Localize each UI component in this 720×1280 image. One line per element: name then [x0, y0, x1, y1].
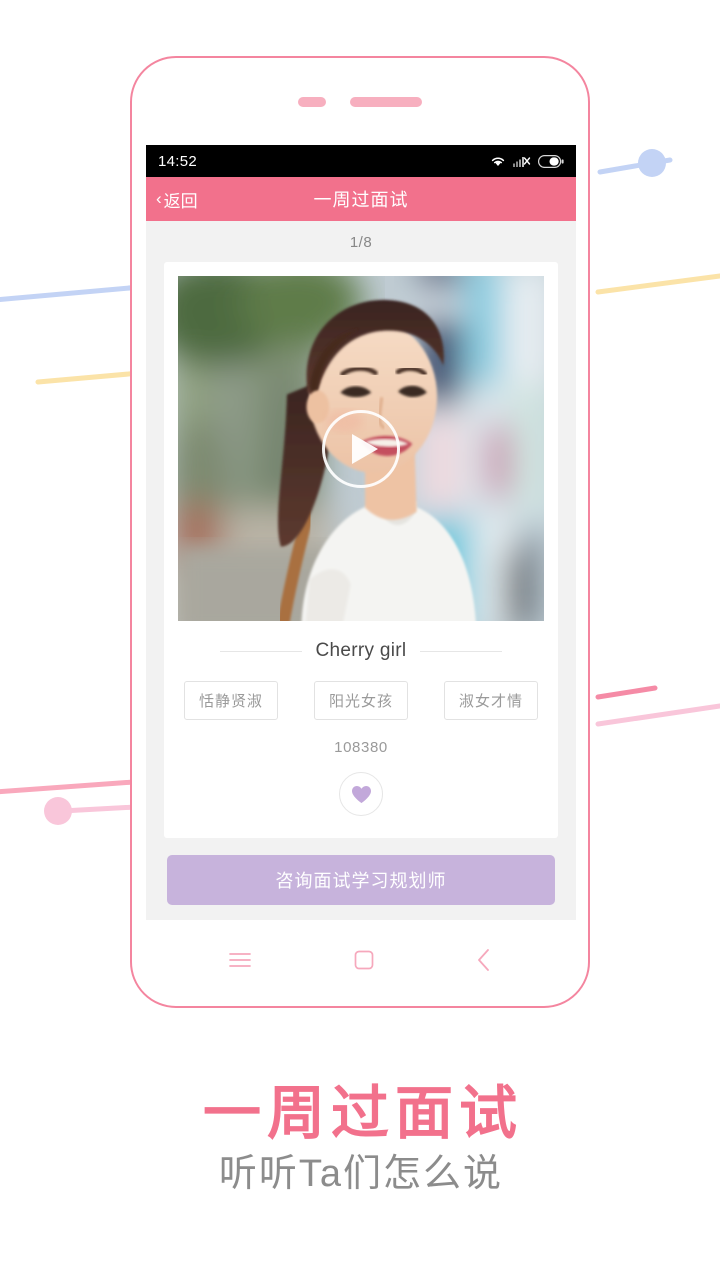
phone-frame: 14:52 ‹ 返回 一周过面试 1/8 Cherry girl 恬静贤淑 阳光… [130, 56, 590, 1008]
speaker-slot-icon [350, 97, 422, 107]
decor-line-pink-right-1 [595, 685, 658, 700]
like-row [178, 756, 544, 838]
phone-top-hardware [132, 94, 588, 110]
decor-line-blue-right [597, 157, 673, 175]
tag-item[interactable]: 淑女才情 [443, 681, 538, 720]
cellular-signal-no-service-icon [513, 157, 531, 167]
tag-item[interactable]: 恬静贤淑 [184, 681, 279, 720]
person-name-row: Cherry girl [178, 621, 544, 662]
status-bar: 14:52 [146, 145, 576, 177]
menu-icon[interactable] [229, 952, 252, 968]
android-nav-bar [132, 936, 588, 984]
page-title: 一周过面试 [313, 190, 409, 210]
heart-icon [351, 785, 371, 803]
app-bar: ‹ 返回 一周过面试 [146, 177, 576, 221]
consult-planner-label: 咨询面试学习规划师 [275, 871, 447, 891]
back-chevron-icon[interactable] [477, 949, 491, 971]
profile-card: Cherry girl 恬静贤淑 阳光女孩 淑女才情 108380 [164, 262, 558, 838]
screen-content: 1/8 Cherry girl 恬静贤淑 阳光女孩 淑女才情 108380 咨询… [146, 221, 576, 905]
back-button[interactable]: ‹ 返回 [146, 187, 198, 212]
wifi-icon [491, 157, 505, 166]
subheadline: 听听Ta们怎么说 [218, 1153, 504, 1195]
page-counter: 1/8 [349, 234, 373, 251]
play-triangle [352, 433, 378, 464]
battery-icon [538, 154, 564, 168]
back-button-label: 返回 [163, 191, 198, 211]
headline: 一周过面试 [202, 1081, 523, 1146]
divider-left [219, 650, 302, 652]
tag-list: 恬静贤淑 阳光女孩 淑女才情 [178, 662, 544, 720]
status-time: 14:52 [158, 152, 198, 170]
person-name: Cherry girl [315, 640, 407, 661]
decor-line-pink-right-2 [595, 703, 720, 727]
decor-dot-pink [44, 797, 72, 825]
like-button[interactable] [339, 772, 383, 816]
decor-dot-blue [638, 149, 666, 177]
consult-planner-button[interactable]: 咨询面试学习规划师 [167, 855, 555, 905]
camera-dot-icon [298, 97, 326, 107]
tag-item[interactable]: 阳光女孩 [313, 681, 408, 720]
phone-screen: 14:52 ‹ 返回 一周过面试 1/8 Cherry girl 恬静贤淑 阳光… [146, 145, 576, 920]
status-icons [490, 154, 564, 168]
decor-line-yellow-right [595, 273, 720, 295]
play-button-icon[interactable] [322, 409, 400, 488]
back-chevron-icon: ‹ [156, 189, 162, 208]
video-thumbnail[interactable] [178, 276, 544, 621]
divider-right [420, 650, 503, 652]
home-square-icon[interactable] [354, 950, 374, 970]
id-number: 108380 [334, 739, 388, 756]
